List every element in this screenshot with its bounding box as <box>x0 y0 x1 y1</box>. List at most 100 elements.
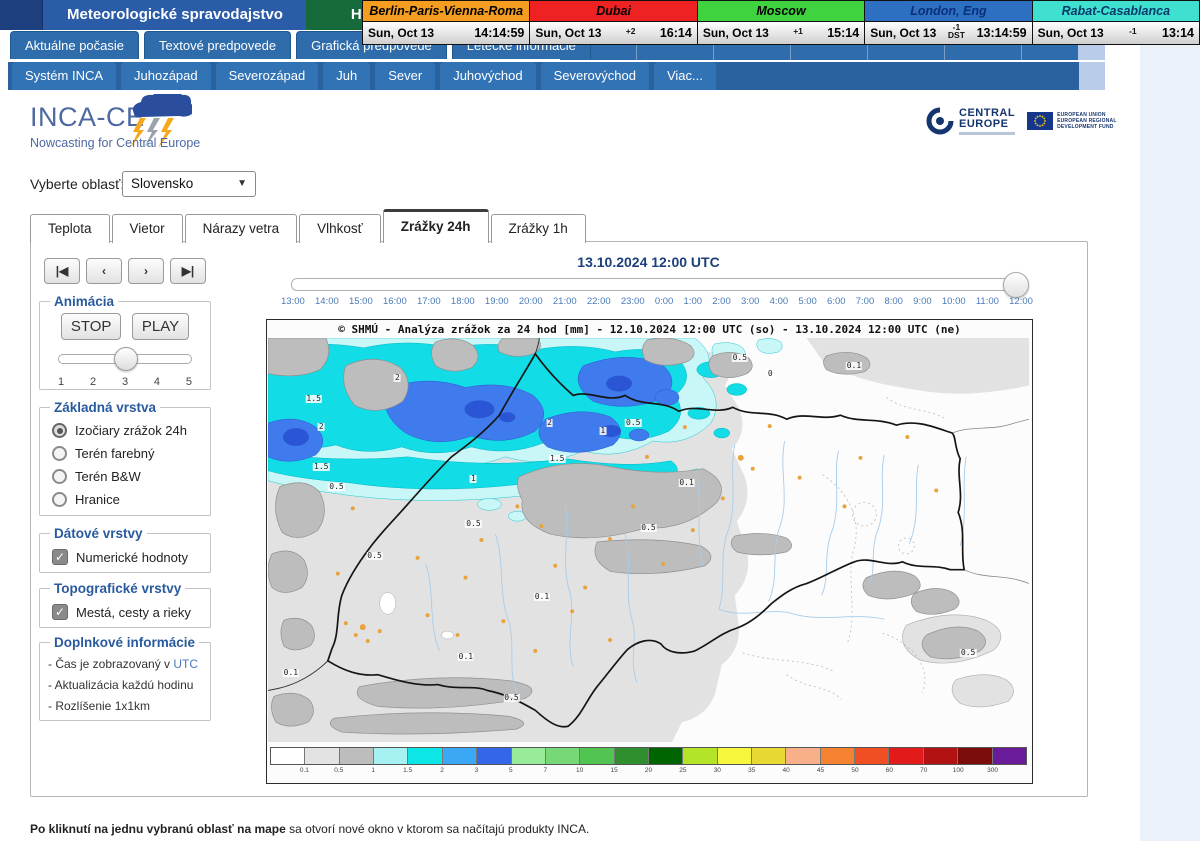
clock-city-label: Berlin-Paris-Vienna-Roma <box>363 1 529 22</box>
legend-swatch <box>408 748 442 764</box>
checkbox-icon[interactable] <box>52 549 68 565</box>
radio-icon[interactable] <box>52 469 67 484</box>
checkbox-mesta-cesty-rieky[interactable]: Mestá, cesty a rieky <box>52 604 204 620</box>
topo-layers-panel: Topografické vrstvy Mestá, cesty a rieky <box>39 581 211 628</box>
tab-narazy-vetra[interactable]: Nárazy vetra <box>185 214 298 243</box>
legend-value: 35 <box>748 767 755 774</box>
tab-vietor[interactable]: Vietor <box>112 214 183 243</box>
speed-slider-handle[interactable] <box>114 347 138 371</box>
tab-teplota[interactable]: Teplota <box>30 214 110 243</box>
legend-value: 1 <box>371 767 375 774</box>
clock-utc-offset: +2 <box>626 27 636 35</box>
legend-swatch <box>443 748 477 764</box>
play-button[interactable]: PLAY <box>132 313 189 340</box>
timeline-tick: 23:00 <box>621 296 645 307</box>
legend-value: 15 <box>610 767 617 774</box>
clock-date: Sun, Oct 13 <box>870 26 936 40</box>
tab-vlhkost[interactable]: Vlhkosť <box>299 214 381 243</box>
timeline-tick: 22:00 <box>587 296 611 307</box>
contour-label: 1.5 <box>549 455 565 463</box>
eu-text-3: DEVELOPMENT FUND <box>1057 124 1117 130</box>
previous-frame-button[interactable]: ‹ <box>86 258 122 284</box>
legend-value: 0.5 <box>334 767 343 774</box>
world-clock: Dubai Sun, Oct 13 +2 16:14 <box>529 0 697 45</box>
nav-item-severovychod[interactable]: Severovýchod <box>541 62 649 90</box>
next-frame-button[interactable]: › <box>128 258 164 284</box>
speed-1: 1 <box>58 376 64 388</box>
nav-item-sever[interactable]: Sever <box>375 62 435 90</box>
precipitation-map[interactable]: © SHMÚ - Analýza zrážok za 24 hod [mm] -… <box>266 319 1033 784</box>
clock-city-label: London, Eng <box>865 1 1031 22</box>
product-tabs: TeplotaVietorNárazy vetraVlhkosťZrážky 2… <box>30 209 588 242</box>
nav-item-textove-predpovede[interactable]: Textové predpovede <box>144 31 291 59</box>
right-page-band <box>1140 0 1200 841</box>
contour-labels: 1.521.52210.51.510.50.50.50.10.50.10.500… <box>268 338 1029 742</box>
world-clocks: Berlin-Paris-Vienna-Roma Sun, Oct 13 14:… <box>363 0 1200 45</box>
timeline-tick: 1:00 <box>684 296 703 307</box>
first-frame-button[interactable]: |◀ <box>44 258 80 284</box>
radio-label: Terén B&W <box>75 469 141 484</box>
legend-value: 60 <box>886 767 893 774</box>
legend-swatch <box>889 748 923 764</box>
nav-item-severozapad[interactable]: Severozápad <box>216 62 319 90</box>
legend-value: 3 <box>475 767 479 774</box>
radio-teren-bw[interactable]: Terén B&W <box>52 469 204 484</box>
contour-label: 0 <box>767 370 774 378</box>
clock-utc-offset: +1 <box>793 27 803 35</box>
contour-label: 0.5 <box>328 483 344 491</box>
radio-teren-farebny[interactable]: Terén farebný <box>52 446 204 461</box>
speed-5: 5 <box>186 376 192 388</box>
timeline-tick: 7:00 <box>856 296 875 307</box>
timeline-slider-handle[interactable] <box>1003 272 1029 298</box>
timeline-tick: 18:00 <box>451 296 475 307</box>
legend-swatch <box>512 748 546 764</box>
nav-item-viac[interactable]: Viac... <box>654 62 716 90</box>
site-title[interactable]: Meteorologické spravodajstvo <box>42 0 308 30</box>
contour-label: 0.1 <box>534 593 550 601</box>
radio-label: Hranice <box>75 492 120 507</box>
legend-swatch <box>786 748 820 764</box>
contour-label: 2 <box>546 419 553 427</box>
region-select[interactable]: Slovensko ▼ <box>122 171 256 197</box>
tab-zrazky-1h[interactable]: Zrážky 1h <box>491 214 586 243</box>
timeline-tick: 5:00 <box>798 296 817 307</box>
legend-swatch <box>718 748 752 764</box>
radio-izociary-zrazok[interactable]: Izočiary zrážok 24h <box>52 423 204 438</box>
radio-icon[interactable] <box>52 423 67 438</box>
utc-link[interactable]: UTC <box>173 657 198 671</box>
checkbox-numericke-hodnoty[interactable]: Numerické hodnoty <box>52 549 204 565</box>
clock-date: Sun, Oct 13 <box>1038 26 1104 40</box>
tab-zrazky-24h[interactable]: Zrážky 24h <box>383 209 489 243</box>
data-layers-panel: Dátové vrstvy Numerické hodnoty <box>39 526 211 573</box>
map-color-scale <box>270 747 1027 765</box>
nav-item-juhovychod[interactable]: Juhovýchod <box>440 62 535 90</box>
checkbox-label: Numerické hodnoty <box>76 550 188 565</box>
nav-item-aktualne-pocasie[interactable]: Aktuálne počasie <box>10 31 139 59</box>
nav-item-juhozapad[interactable]: Juhozápad <box>121 62 211 90</box>
sub-nav: Systém INCAJuhozápadSeverozápadJuhSeverJ… <box>8 62 1105 90</box>
radio-hranice[interactable]: Hranice <box>52 492 204 507</box>
partner-logos: CENTRAL EUROPE EUROPEAN UNION EUROPEAN R… <box>925 106 1117 136</box>
clock-date: Sun, Oct 13 <box>703 26 769 40</box>
frame-step-controls: |◀‹›▶| <box>44 258 212 284</box>
timeline-tick: 21:00 <box>553 296 577 307</box>
timeline-tick: 12:00 <box>1009 296 1033 307</box>
radio-label: Izočiary zrážok 24h <box>75 423 187 438</box>
world-clock: Berlin-Paris-Vienna-Roma Sun, Oct 13 14:… <box>362 0 530 45</box>
checkbox-icon[interactable] <box>52 604 68 620</box>
radio-icon[interactable] <box>52 492 67 507</box>
radio-icon[interactable] <box>52 446 67 461</box>
nav-item-system-inca[interactable]: Systém INCA <box>12 62 116 90</box>
nav-item-juh[interactable]: Juh <box>323 62 370 90</box>
stop-button[interactable]: STOP <box>61 313 122 340</box>
animation-speed-slider[interactable] <box>58 354 192 364</box>
legend-swatch <box>683 748 717 764</box>
timeline-slider[interactable] <box>291 278 1025 291</box>
last-frame-button[interactable]: ▶| <box>170 258 206 284</box>
legend-swatch <box>924 748 958 764</box>
legend-swatch <box>855 748 889 764</box>
eu-logo: EUROPEAN UNION EUROPEAN REGIONAL DEVELOP… <box>1027 112 1117 130</box>
inca-logo-subtitle: Nowcasting for Central Europe <box>30 136 200 150</box>
legend-value: 10 <box>576 767 583 774</box>
map-title: © SHMÚ - Analýza zrážok za 24 hod [mm] -… <box>267 323 1032 336</box>
